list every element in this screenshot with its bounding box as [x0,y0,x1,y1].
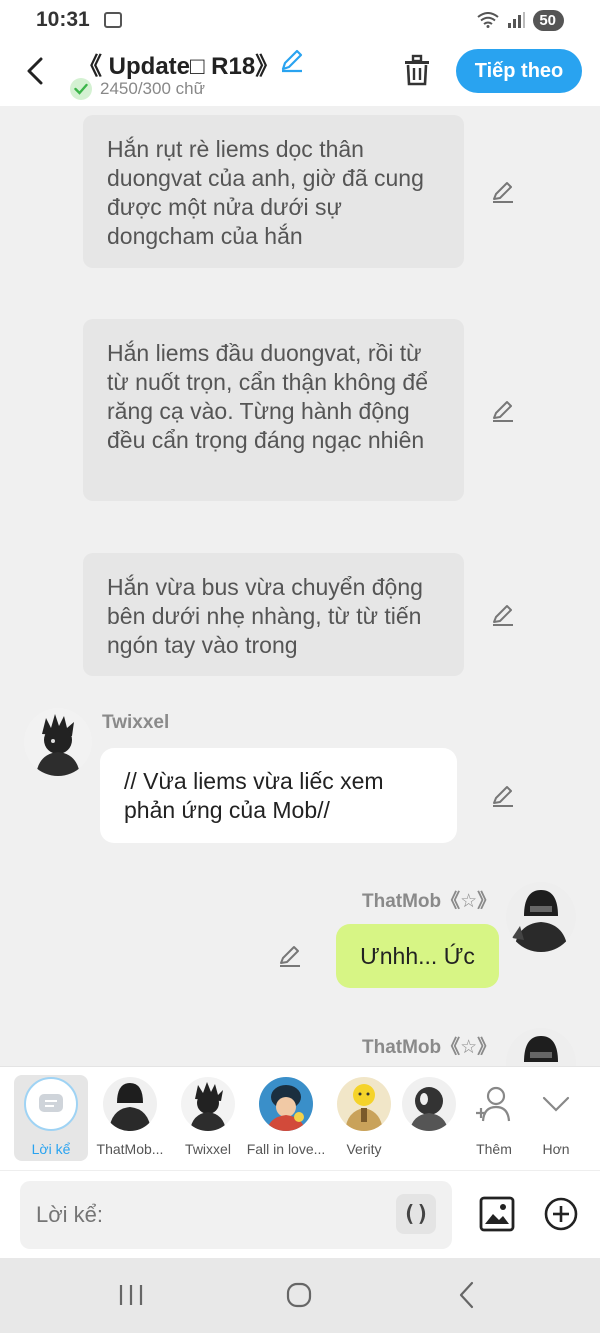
edit-message-icon[interactable] [490,398,516,424]
image-icon[interactable] [479,1196,515,1232]
character-name: ThatMob《☆》 [362,1037,497,1058]
character-narration[interactable]: Lời kể [14,1075,88,1161]
twixxel-avatar[interactable] [24,708,92,776]
character-label: Verity [346,1141,382,1157]
character-avatar [402,1077,456,1131]
character-label: ThatMob... [96,1141,164,1157]
home-icon [286,1282,312,1308]
signal-icon [508,12,526,28]
narration-icon [24,1077,78,1131]
recent-apps-icon [119,1285,143,1305]
narration-message[interactable]: Hắn vừa bus vừa chuyển động bên dưới nhẹ… [83,553,464,676]
edit-message-icon[interactable] [490,783,516,809]
word-count-row: 2450/300 chữ [70,78,205,100]
add-label: Thêm [476,1141,512,1157]
character-avatar [337,1077,391,1131]
more-button[interactable]: Hơn [528,1075,584,1161]
wifi-icon [477,12,499,28]
status-bar: 10:31 50 [0,0,600,40]
parentheses-button[interactable]: () [396,1194,436,1234]
check-icon [70,78,92,100]
system-nav-bar [0,1258,600,1333]
next-button[interactable]: Tiếp theo [456,49,582,93]
plus-circle-icon[interactable] [543,1196,579,1232]
character-fall-in-love[interactable]: Fall in love... [246,1075,326,1161]
character-avatar [181,1077,235,1131]
character-avatar [103,1077,157,1131]
back-nav-button[interactable] [446,1278,486,1312]
home-button[interactable] [279,1278,319,1312]
status-icons: 50 [477,9,564,31]
chevron-left-icon [27,57,43,85]
composer: () [0,1170,600,1258]
message-input[interactable] [20,1181,452,1249]
character-label: Lời kể [31,1141,71,1157]
character-message[interactable]: Ưnhh... Ức [336,924,499,988]
back-icon [459,1281,474,1309]
character-name: Twixxel [102,712,170,733]
screenshot-app-icon [103,12,122,28]
character-label: Twixxel [185,1141,231,1157]
narration-message[interactable]: Hắn rụt rè liems dọc thân duongvat của a… [83,115,464,268]
story-title: 《 Update□ R18》 [78,53,280,80]
add-character-button[interactable]: Thêm [458,1075,530,1161]
character-label: Fall in love... [246,1141,326,1157]
narration-message[interactable]: Hắn liems đầu duongvat, rồi từ từ nuốt t… [83,319,464,501]
back-button[interactable] [22,54,48,88]
recent-apps-button[interactable] [111,1278,151,1312]
more-label: Hơn [542,1141,570,1157]
character-twixxel[interactable]: Twixxel [168,1075,248,1161]
character-selector-bar: Lời kể ThatMob... Twixxel Fall in love..… [0,1066,600,1170]
character-unnamed[interactable] [402,1075,458,1161]
character-verity[interactable]: Verity [324,1075,404,1161]
edit-message-icon[interactable] [490,602,516,628]
thatmob-avatar[interactable] [506,882,576,952]
chevron-down-icon [536,1077,576,1131]
character-avatar [259,1077,313,1131]
character-message[interactable]: // Vừa liems vừa liếc xem phản ứng của M… [100,748,457,843]
character-name: ThatMob《☆》 [362,891,497,912]
status-time: 10:31 [36,8,90,31]
edit-message-icon[interactable] [277,943,303,969]
character-thatmob[interactable]: ThatMob... [90,1075,170,1161]
edit-message-icon[interactable] [490,179,516,205]
header: 《 Update□ R18》 2450/300 chữ Tiếp theo [0,40,600,106]
edit-title-icon[interactable] [278,46,306,74]
word-count: 2450/300 chữ [100,79,205,98]
add-user-icon [467,1077,521,1131]
battery-indicator: 50 [533,9,564,31]
trash-icon[interactable] [402,54,432,86]
